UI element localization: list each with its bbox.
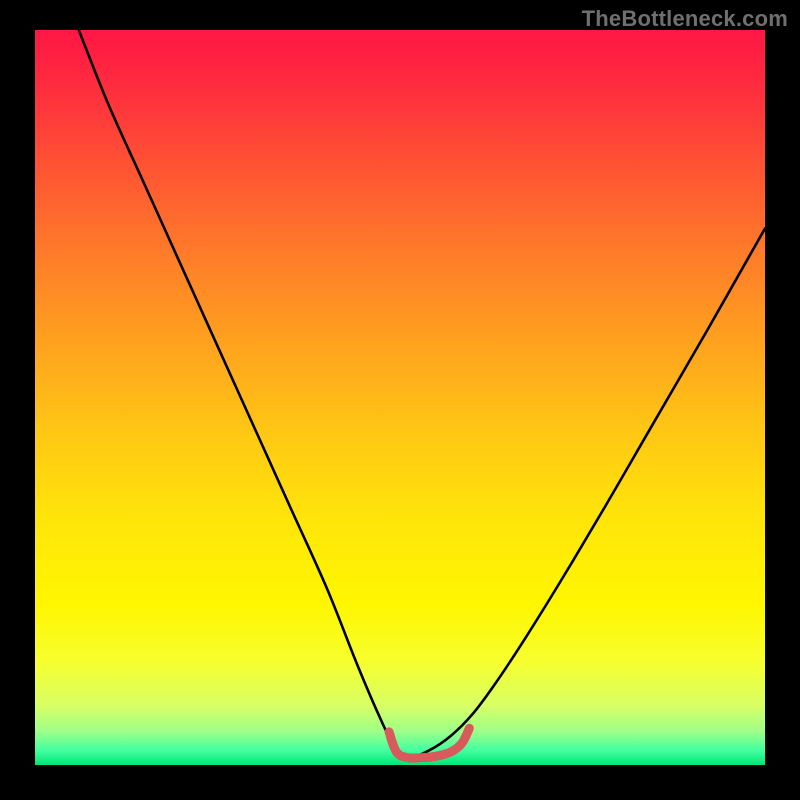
plot-area	[35, 30, 765, 765]
gradient-background	[35, 30, 765, 765]
bottleneck-chart	[35, 30, 765, 765]
watermark-label: TheBottleneck.com	[582, 6, 788, 32]
chart-frame: TheBottleneck.com	[0, 0, 800, 800]
